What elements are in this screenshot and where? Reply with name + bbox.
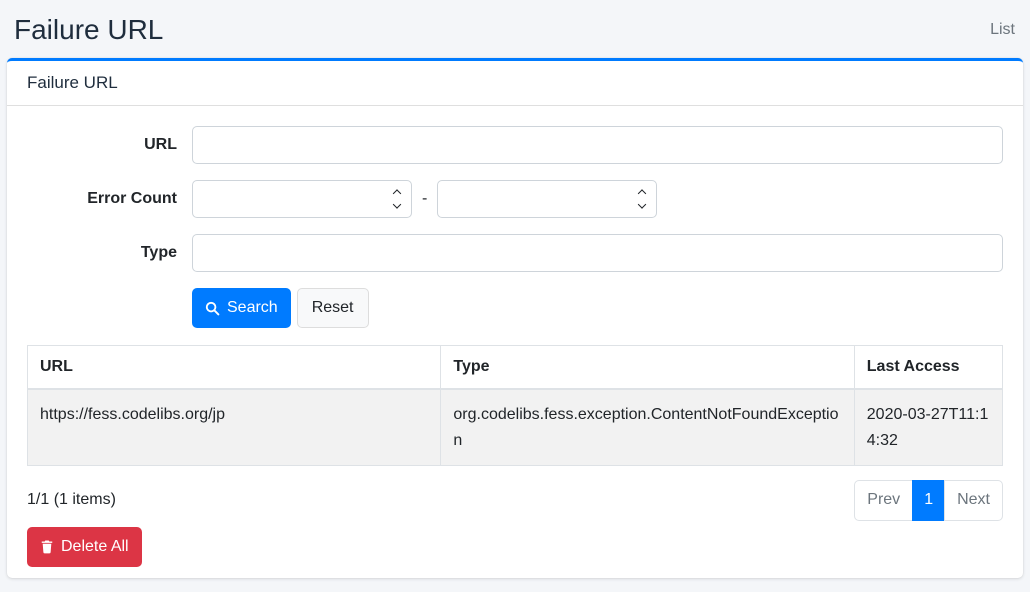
trash-icon: [40, 539, 54, 554]
form-buttons-row: Search Reset: [192, 288, 1003, 328]
spinner-down-icon[interactable]: [638, 200, 646, 208]
error-count-to-spinner[interactable]: [639, 191, 645, 208]
spinner-up-icon[interactable]: [393, 189, 401, 197]
pagination-current-page[interactable]: 1: [912, 480, 945, 520]
table-body: https://fess.codelibs.org/jp org.codelib…: [28, 389, 1003, 466]
type-label: Type: [27, 244, 192, 262]
error-count-from-wrap: [192, 180, 412, 218]
column-header-type: Type: [441, 346, 854, 390]
list-footer: 1/1 (1 items) Prev 1 Next: [27, 480, 1003, 520]
url-label: URL: [27, 136, 192, 154]
delete-all-button[interactable]: Delete All: [27, 527, 142, 567]
column-header-url: URL: [28, 346, 441, 390]
cell-url: https://fess.codelibs.org/jp: [28, 389, 441, 466]
pagination-next[interactable]: Next: [945, 480, 1003, 520]
page: Failure URL List Failure URL URL Error C…: [0, 0, 1030, 578]
error-count-field-wrap: -: [192, 180, 1003, 218]
content-header: Failure URL List: [0, 0, 1030, 58]
table-header-row: URL Type Last Access: [28, 346, 1003, 390]
error-count-from-spinner[interactable]: [394, 191, 400, 208]
range-separator: -: [422, 190, 427, 208]
card-title: Failure URL: [27, 73, 118, 92]
spinner-down-icon[interactable]: [393, 200, 401, 208]
spinner-up-icon[interactable]: [638, 189, 646, 197]
breadcrumb: List: [990, 21, 1015, 39]
type-field-wrap: [192, 234, 1003, 272]
reset-button-label: Reset: [312, 296, 354, 320]
column-header-last-access: Last Access: [854, 346, 1002, 390]
url-form-row: URL: [27, 126, 1003, 164]
breadcrumb-item-list: List: [990, 21, 1015, 38]
pagination-page-1[interactable]: 1: [913, 480, 945, 520]
table-row[interactable]: https://fess.codelibs.org/jp org.codelib…: [28, 389, 1003, 466]
type-input[interactable]: [192, 234, 1003, 272]
search-button[interactable]: Search: [192, 288, 291, 328]
pagination-next-label[interactable]: Next: [944, 480, 1003, 520]
reset-button[interactable]: Reset: [297, 288, 369, 328]
pagination-prev-label[interactable]: Prev: [854, 480, 913, 520]
delete-all-button-label: Delete All: [61, 535, 129, 559]
pagination-prev[interactable]: Prev: [854, 480, 913, 520]
card-header: Failure URL: [7, 61, 1023, 106]
pagination: Prev 1 Next: [854, 480, 1003, 520]
cell-type: org.codelibs.fess.exception.ContentNotFo…: [441, 389, 854, 466]
page-title: Failure URL: [14, 14, 163, 46]
url-input[interactable]: [192, 126, 1003, 164]
pagination-summary: 1/1 (1 items): [27, 491, 116, 509]
search-button-label: Search: [227, 296, 278, 320]
table-head: URL Type Last Access: [28, 346, 1003, 390]
card-body: URL Error Count -: [7, 106, 1023, 587]
type-form-row: Type: [27, 234, 1003, 272]
error-count-to-wrap: [437, 180, 657, 218]
error-count-label: Error Count: [27, 190, 192, 208]
url-field-wrap: [192, 126, 1003, 164]
error-count-to-input[interactable]: [437, 180, 657, 218]
failure-url-table: URL Type Last Access https://fess.codeli…: [27, 345, 1003, 466]
error-count-from-input[interactable]: [192, 180, 412, 218]
error-count-form-row: Error Count -: [27, 180, 1003, 218]
cell-last-access: 2020-03-27T11:14:32: [854, 389, 1002, 466]
failure-url-card: Failure URL URL Error Count: [7, 58, 1023, 578]
search-icon: [205, 301, 220, 316]
